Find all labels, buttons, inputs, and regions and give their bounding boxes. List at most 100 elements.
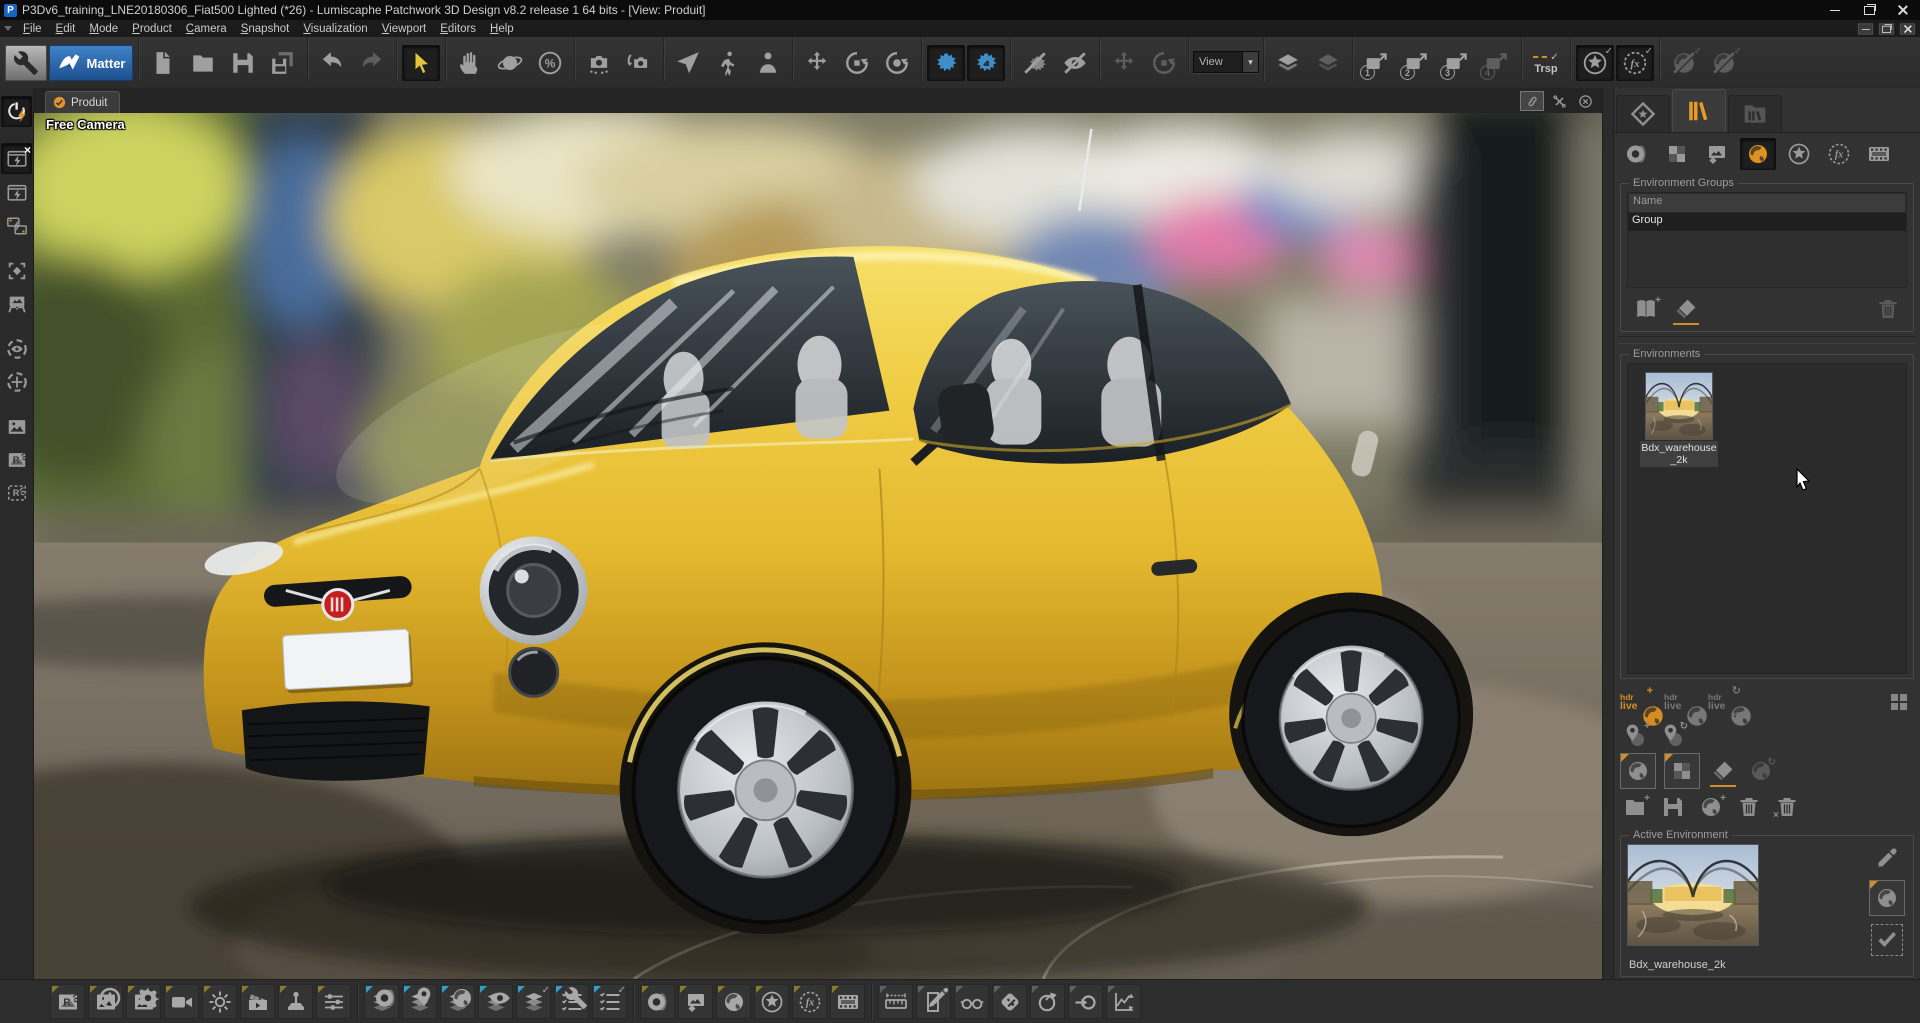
tab-connected-views[interactable] [1616, 95, 1670, 132]
thumbnail-layout-button[interactable] [1884, 688, 1914, 716]
purge-environments-button[interactable]: × [1772, 793, 1802, 821]
environment-groups-list[interactable]: Name Group [1627, 192, 1907, 288]
materials-library-button[interactable] [640, 984, 675, 1019]
lib-images-button[interactable] [1700, 139, 1734, 169]
menu-mode[interactable]: Mode [82, 22, 125, 36]
shapes-library-button[interactable] [754, 984, 789, 1019]
matter-mode-button[interactable]: Matter [49, 39, 133, 81]
layers-validate-button[interactable]: ✓ [516, 984, 551, 1019]
presentation-screen-button[interactable] [2, 289, 31, 318]
snapshot-level-1-button[interactable]: 1 [1358, 39, 1396, 81]
move-object-button[interactable] [1105, 39, 1143, 81]
layers-visibility-button[interactable] [478, 984, 513, 1019]
snapshot-level-2-button[interactable]: 2 [1398, 39, 1436, 81]
rename-environment-group-button[interactable] [1671, 295, 1701, 323]
undo-button[interactable] [313, 39, 351, 81]
stereo-view-button[interactable] [954, 984, 989, 1019]
disable-env-a-button[interactable]: ✓ [1665, 39, 1703, 81]
follow-eye-button[interactable] [2, 334, 31, 363]
add-target-button[interactable] [2, 367, 31, 396]
raytracing-window-button[interactable] [2, 178, 31, 207]
open-database-button[interactable] [184, 39, 222, 81]
videos-library-button[interactable] [830, 984, 865, 1019]
world-rotate-button[interactable] [878, 39, 916, 81]
render-queue-button[interactable] [88, 984, 123, 1019]
new-environment-button[interactable]: + [1696, 793, 1726, 821]
menu-product[interactable]: Product [125, 22, 179, 36]
paint-material-button[interactable] [927, 39, 965, 81]
measure-tool-button[interactable] [878, 984, 913, 1019]
walk-mode-button[interactable] [709, 39, 747, 81]
lib-materials-button[interactable] [1620, 139, 1654, 169]
delete-environment-button[interactable] [1734, 793, 1764, 821]
environments-list[interactable]: Bdx_warehouse_2k [1627, 363, 1907, 674]
background-mode-button[interactable] [1664, 753, 1700, 789]
rotate-object-button[interactable] [1145, 39, 1183, 81]
new-database-button[interactable] [144, 39, 182, 81]
rotate-gizmo-button[interactable] [838, 39, 876, 81]
lib-environments-button[interactable] [1740, 138, 1776, 170]
minimize-button[interactable] [1818, 0, 1852, 20]
detach-tools-icon[interactable] [1548, 92, 1570, 110]
environments-library-button[interactable] [716, 984, 751, 1019]
active-environment-thumbnail[interactable] [1627, 844, 1759, 946]
menu-file[interactable]: File [16, 22, 49, 36]
mdi-close-button[interactable] [1900, 23, 1915, 34]
lib-videos-button[interactable] [1862, 139, 1896, 169]
pick-environment-button[interactable] [1872, 844, 1902, 872]
camera-orbit-button[interactable] [620, 39, 658, 81]
render-setup-button[interactable]: R [50, 984, 85, 1019]
configuration-rules-button[interactable] [554, 984, 589, 1019]
realtime-raytracing-button[interactable] [1, 96, 32, 127]
clear-paint-tool-button[interactable] [1016, 39, 1054, 81]
observer-mode-button[interactable] [749, 39, 787, 81]
delete-environment-group-button[interactable] [1873, 295, 1903, 323]
mdi-restore-button[interactable] [1879, 23, 1894, 34]
bake-image-button[interactable] [2, 412, 31, 441]
render-frame-button[interactable] [2, 256, 31, 285]
fly-mode-button[interactable] [669, 39, 707, 81]
system-menu-icon[interactable] [0, 26, 16, 31]
overlay-layer-b-button[interactable] [1309, 39, 1347, 81]
hdr-live-add-button[interactable]: hdrlive+ [1620, 687, 1656, 717]
lib-shapes-button[interactable] [1782, 139, 1816, 169]
close-button[interactable] [1886, 0, 1920, 20]
menu-snapshot[interactable]: Snapshot [234, 22, 297, 36]
portal-editor-button[interactable] [916, 984, 951, 1019]
hdr-live-hq-button[interactable]: hdrlive↻HQ [1708, 687, 1744, 717]
redo-button[interactable] [353, 39, 391, 81]
save-database-button[interactable] [224, 39, 262, 81]
groups-name-header[interactable]: Name [1628, 193, 1906, 213]
paint-product-button[interactable] [967, 39, 1005, 81]
menu-camera[interactable]: Camera [179, 22, 234, 36]
mdi-minimize-button[interactable] [1858, 23, 1873, 34]
import-environment-button[interactable]: + [1620, 793, 1650, 821]
render-region-button[interactable]: R [2, 478, 31, 507]
configuration-list-button[interactable]: ✓ [592, 984, 627, 1019]
hdr-live-button[interactable]: hdrlive [1664, 687, 1700, 717]
video-editor-button[interactable] [164, 984, 199, 1019]
zoom-tool-button[interactable]: % [531, 39, 569, 81]
label-tool-button[interactable] [992, 984, 1027, 1019]
interaction-editor-button[interactable] [278, 984, 313, 1019]
target-tool-button[interactable] [1068, 984, 1103, 1019]
layers-materials-button[interactable] [364, 984, 399, 1019]
render-image-button[interactable]: R [2, 445, 31, 474]
sync-environment-pin-button[interactable]: ↻ [1658, 721, 1688, 749]
save-environment-button[interactable] [1658, 793, 1688, 821]
transparency-button[interactable]: ✓Trsp [1527, 39, 1565, 81]
menu-editors[interactable]: Editors [433, 22, 483, 36]
save-as-button[interactable] [264, 39, 302, 81]
raytracing-off-button[interactable]: × [1, 143, 32, 174]
apply-environment-button[interactable] [1871, 924, 1903, 956]
parameters-editor-button[interactable] [316, 984, 351, 1019]
turntable-setup-button[interactable] [1030, 984, 1065, 1019]
surface-mode-button[interactable] [5, 39, 47, 81]
lib-effects-button[interactable]: fx [1822, 139, 1856, 169]
lighting-editor-button[interactable] [202, 984, 237, 1019]
close-view-icon[interactable] [1574, 92, 1596, 110]
layers-positions-button[interactable] [402, 984, 437, 1019]
hide-paint-tool-button[interactable] [1056, 39, 1094, 81]
environment-mode-button[interactable] [1620, 753, 1656, 789]
environment-group-row[interactable]: Group [1628, 213, 1906, 231]
